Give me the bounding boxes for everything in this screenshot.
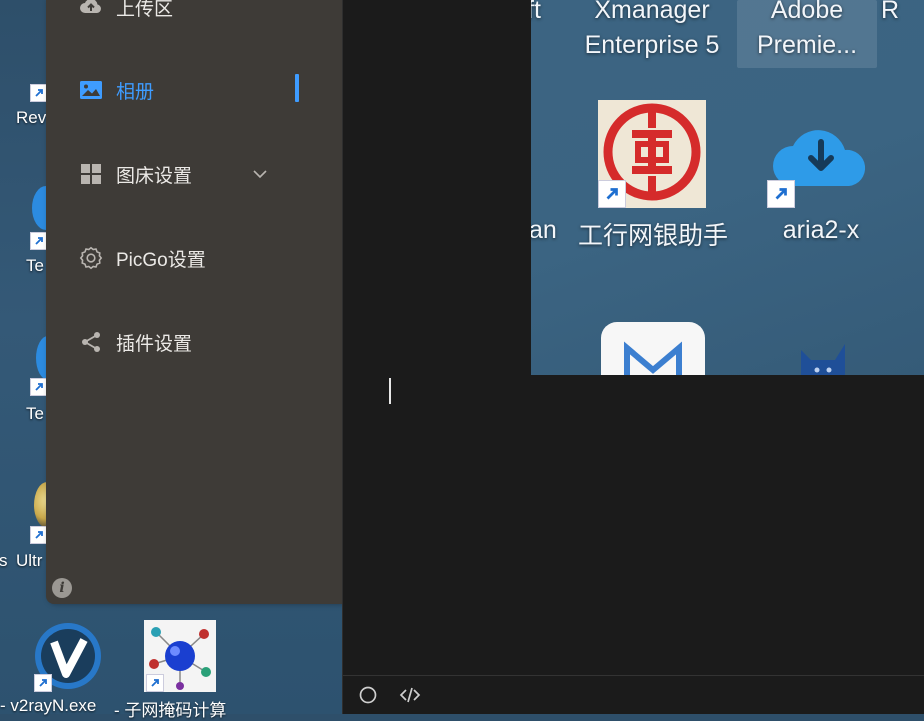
info-icon[interactable]: i [52, 578, 72, 598]
share-icon [78, 329, 104, 355]
text-caret [389, 378, 391, 404]
active-indicator [295, 74, 299, 102]
desktop-left-strip: Rev Te Te s Ultr [0, 0, 60, 620]
desktop-icon-label[interactable]: Te [26, 256, 44, 276]
mail-app-icon[interactable] [601, 322, 705, 375]
editor-status-bar [343, 675, 924, 714]
desktop-icon-label[interactable]: Premie... [739, 31, 875, 60]
desktop-icon-label[interactable]: aria2-x [753, 216, 889, 245]
menu-item-plugin-settings[interactable]: 插件设置 [78, 326, 192, 358]
desktop-icon-label[interactable]: 工行网银助手 [571, 216, 735, 252]
menu-item-label: 相册 [116, 81, 155, 103]
code-icon[interactable] [399, 685, 421, 705]
shortcut-arrow-icon [598, 180, 626, 208]
menu-item-image-host-settings[interactable]: 图床设置 [78, 158, 192, 190]
desktop-icon-label[interactable]: - v2rayN.exe [0, 696, 96, 716]
desktop-icon-label[interactable]: ft [531, 0, 541, 25]
desktop-icon-label[interactable]: Adobe [739, 0, 875, 25]
menu-item-label: 图床设置 [116, 165, 193, 187]
cloud-upload-icon [78, 0, 104, 20]
desktop-icon-label[interactable]: Te [26, 404, 44, 424]
desktop-icon-label[interactable]: R [881, 0, 899, 25]
menu-item-upload[interactable]: 上传区 [78, 0, 173, 23]
picgo-sidebar: 上传区 相册 图床设置 PicGo设置 插件设置 i [46, 0, 342, 604]
menu-item-picgo-settings[interactable]: PicGo设置 [78, 242, 206, 274]
menu-item-label: 上传区 [116, 0, 174, 20]
menu-item-label: 插件设置 [116, 333, 193, 355]
menu-item-label: PicGo设置 [116, 249, 206, 271]
desktop-icon-label[interactable]: - 子网掩码计算 [114, 696, 226, 721]
grid-icon [78, 161, 104, 187]
desktop-icon-label[interactable]: Xmanager [573, 0, 731, 25]
desktop-icon-label[interactable]: Ultr [16, 551, 42, 571]
shortcut-arrow-icon [146, 674, 164, 692]
chevron-down-icon[interactable] [252, 166, 268, 187]
image-icon [78, 77, 104, 103]
desktop-icon-label[interactable]: Enterprise 5 [573, 31, 731, 60]
cat-app-icon[interactable] [797, 340, 849, 375]
shortcut-arrow-icon [34, 674, 52, 692]
desktop-window: ft Xmanager Enterprise 5 Adobe Premie...… [531, 0, 924, 375]
shortcut-arrow-icon [767, 180, 795, 208]
desktop-icon-label[interactable]: an [531, 216, 557, 245]
desktop-icon-label[interactable]: Rev [16, 108, 46, 128]
menu-item-gallery[interactable]: 相册 [78, 74, 154, 106]
desktop-icon-label[interactable]: s [0, 551, 8, 571]
gear-icon [78, 245, 104, 271]
circle-icon[interactable] [357, 685, 379, 705]
